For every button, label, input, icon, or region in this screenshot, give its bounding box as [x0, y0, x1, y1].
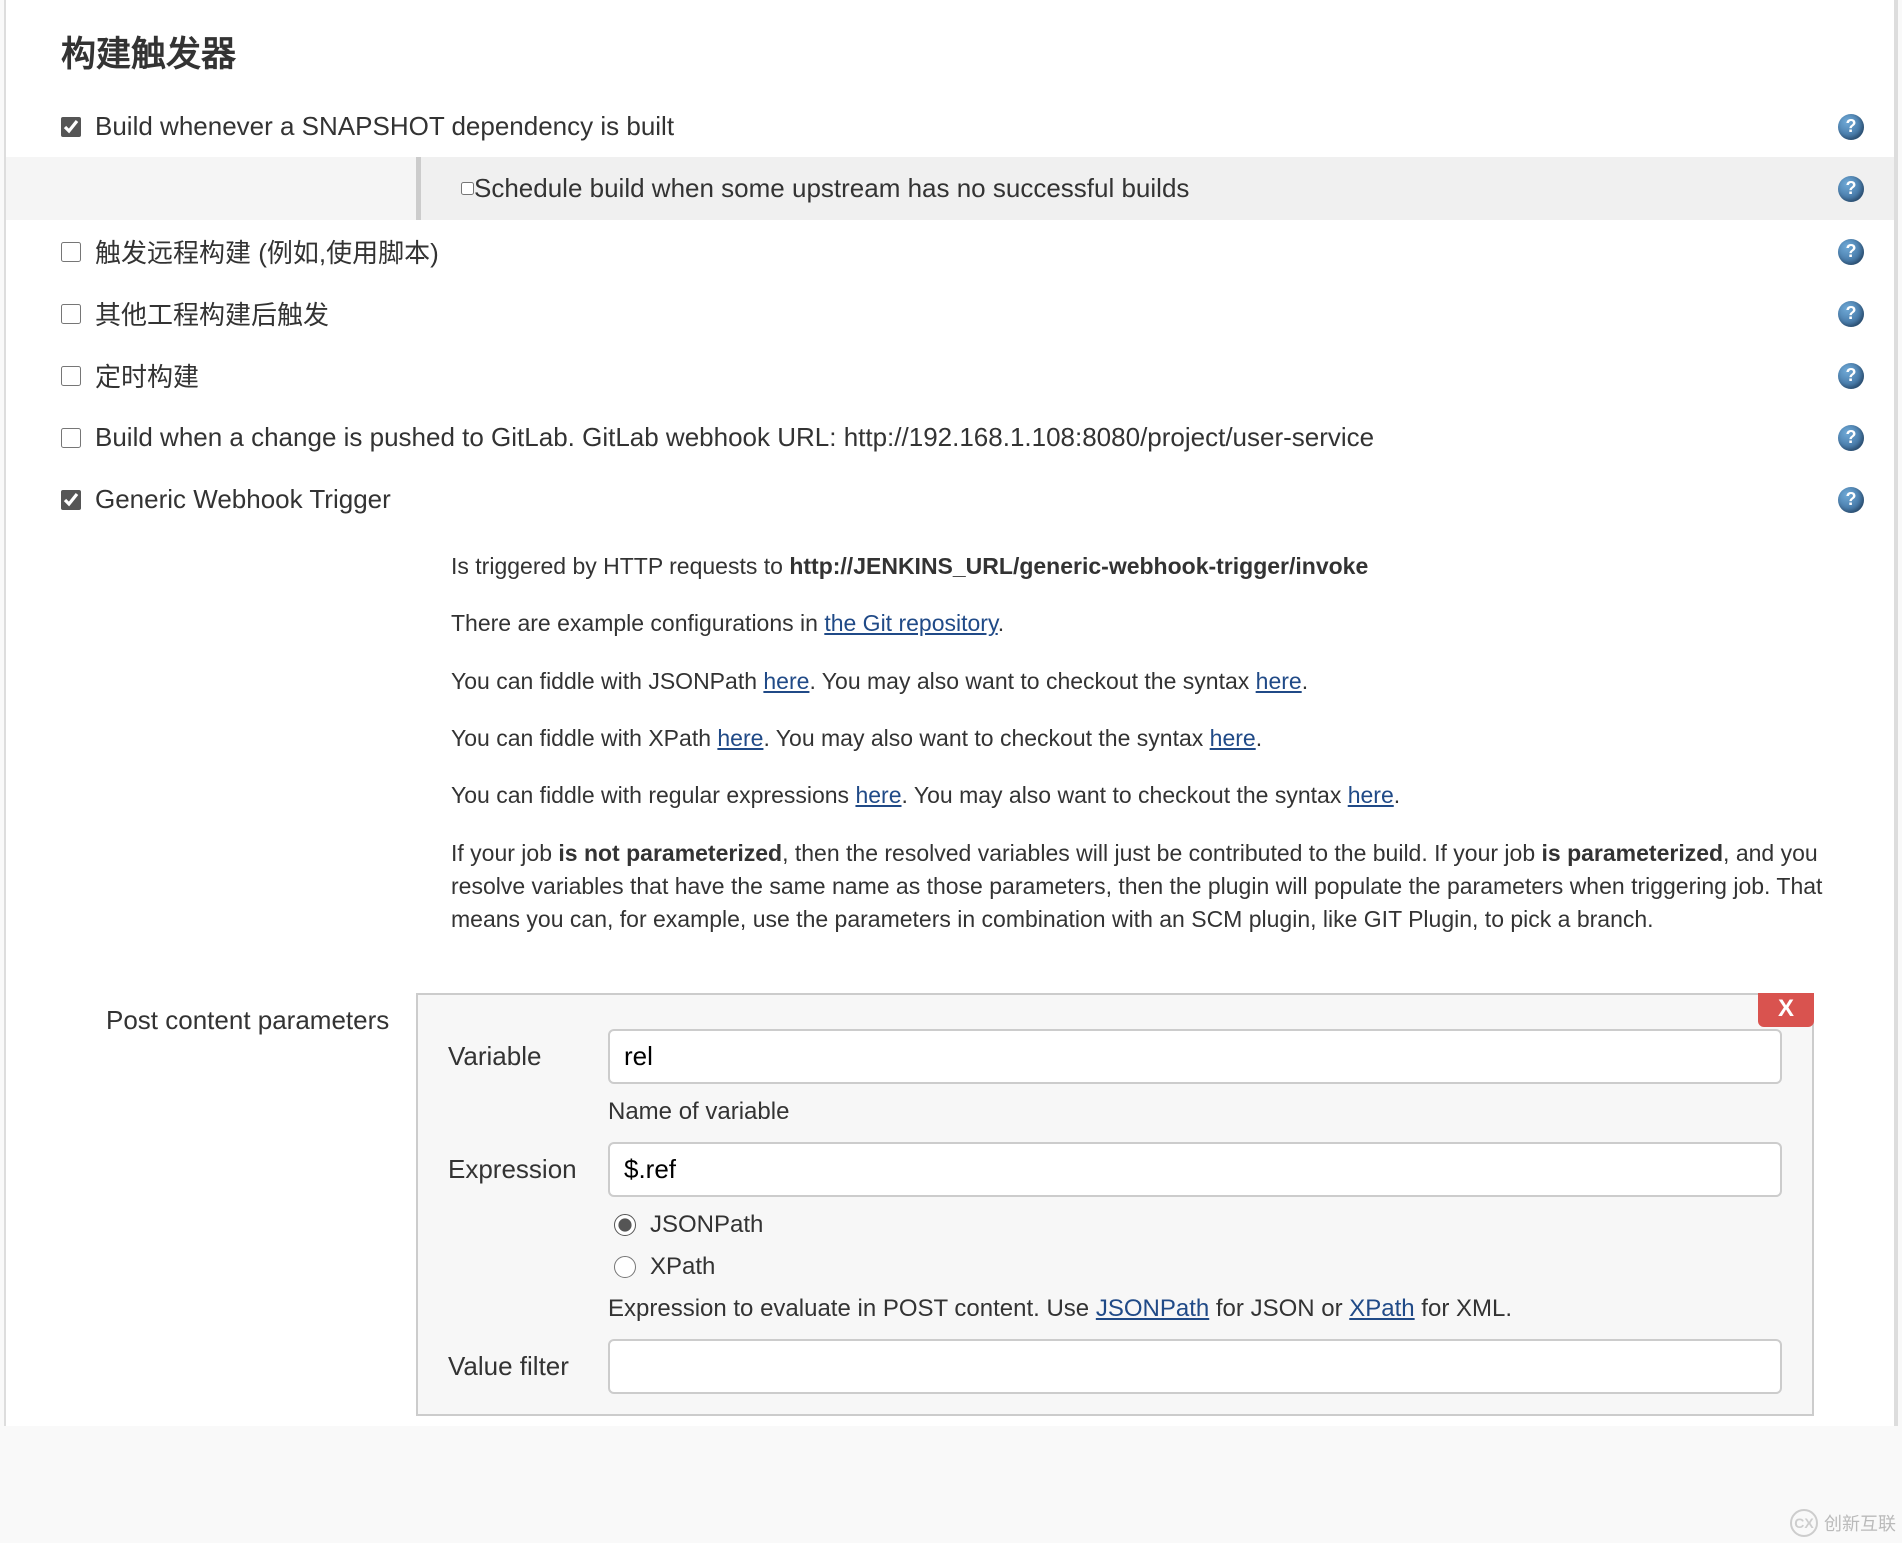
schedule-upstream-label: Schedule build when some upstream has no… [474, 173, 1838, 204]
trigger-cron-label: 定时构建 [95, 357, 1838, 394]
value-filter-input[interactable] [608, 1339, 1782, 1394]
build-triggers-panel: 构建触发器 Build whenever a SNAPSHOT dependen… [4, 0, 1898, 1426]
jsonpath-help-link[interactable]: JSONPath [1096, 1295, 1209, 1322]
variable-input[interactable] [608, 1029, 1782, 1084]
trigger-generic-webhook-label: Generic Webhook Trigger [95, 484, 1838, 515]
trigger-remote-label: 触发远程构建 (例如,使用脚本) [95, 233, 1838, 270]
trigger-snapshot-checkbox[interactable] [61, 117, 81, 137]
regex-syntax-link[interactable]: here [1348, 782, 1394, 808]
schedule-upstream-checkbox[interactable] [461, 182, 474, 195]
xpath-syntax-link[interactable]: here [1210, 725, 1256, 751]
xpath-radio-row: XPath [614, 1253, 1782, 1281]
xpath-fiddle-link[interactable]: here [717, 725, 763, 751]
webhook-desc-p3: You can fiddle with JSONPath here. You m… [451, 665, 1844, 698]
help-icon[interactable]: ? [1838, 114, 1864, 140]
value-filter-field-row: Value filter [448, 1339, 1782, 1394]
webhook-desc-p5: You can fiddle with regular expressions … [451, 779, 1844, 812]
webhook-desc-p6: If your job is not parameterized, then t… [451, 837, 1844, 937]
trigger-gitlab-row: Build when a change is pushed to GitLab.… [6, 406, 1894, 468]
jsonpath-radio[interactable] [614, 1214, 636, 1236]
post-content-parameters-label: Post content parameters [106, 993, 416, 1416]
variable-help-text: Name of variable [608, 1098, 1782, 1126]
jsonpath-radio-row: JSONPath [614, 1211, 1782, 1239]
section-title: 构建触发器 [6, 0, 1894, 95]
watermark: CX 创新互联 [1790, 1509, 1896, 1537]
help-icon[interactable]: ? [1838, 301, 1864, 327]
webhook-desc-p1: Is triggered by HTTP requests to http://… [451, 550, 1844, 583]
trigger-after-other-row: 其他工程构建后触发 ? [6, 282, 1894, 344]
post-content-parameters-section: Post content parameters X Variable Name … [6, 973, 1894, 1416]
snapshot-subrow-container: Schedule build when some upstream has no… [6, 157, 1894, 220]
trigger-after-other-checkbox[interactable] [61, 304, 81, 324]
trigger-generic-webhook-checkbox[interactable] [61, 490, 81, 510]
expression-field-label: Expression [448, 1142, 608, 1185]
xpath-help-link[interactable]: XPath [1349, 1295, 1414, 1322]
expression-field-row: Expression JSONPath XPath Expression to … [448, 1142, 1782, 1323]
webhook-desc-p2: There are example configurations in the … [451, 607, 1844, 640]
jsonpath-syntax-link[interactable]: here [1256, 668, 1302, 694]
trigger-remote-checkbox[interactable] [61, 242, 81, 262]
trigger-gitlab-label: Build when a change is pushed to GitLab.… [95, 422, 1838, 453]
watermark-text: 创新互联 [1824, 1510, 1896, 1536]
trigger-generic-webhook-row: Generic Webhook Trigger ? [6, 468, 1894, 530]
git-repository-link[interactable]: the Git repository [824, 610, 997, 636]
help-icon[interactable]: ? [1838, 363, 1864, 389]
variable-field-row: Variable Name of variable [448, 1029, 1782, 1126]
variable-field-label: Variable [448, 1029, 608, 1072]
trigger-cron-row: 定时构建 ? [6, 344, 1894, 406]
watermark-logo-icon: CX [1790, 1509, 1818, 1537]
value-filter-field-label: Value filter [448, 1339, 608, 1382]
delete-parameter-button[interactable]: X [1758, 993, 1814, 1027]
help-icon[interactable]: ? [1838, 176, 1864, 202]
trigger-cron-checkbox[interactable] [61, 366, 81, 386]
help-icon[interactable]: ? [1838, 239, 1864, 265]
webhook-desc-p4: You can fiddle with XPath here. You may … [451, 722, 1844, 755]
trigger-snapshot-row: Build whenever a SNAPSHOT dependency is … [6, 95, 1894, 157]
xpath-radio-label: XPath [650, 1253, 715, 1281]
help-icon[interactable]: ? [1838, 425, 1864, 451]
expression-input[interactable] [608, 1142, 1782, 1197]
help-icon[interactable]: ? [1838, 487, 1864, 513]
post-content-parameter-block: X Variable Name of variable Expression J… [416, 993, 1814, 1416]
expression-help-text: Expression to evaluate in POST content. … [608, 1295, 1782, 1323]
schedule-upstream-row: Schedule build when some upstream has no… [416, 157, 1894, 220]
webhook-description: Is triggered by HTTP requests to http://… [6, 530, 1894, 973]
trigger-snapshot-label: Build whenever a SNAPSHOT dependency is … [95, 111, 1838, 142]
trigger-remote-row: 触发远程构建 (例如,使用脚本) ? [6, 220, 1894, 282]
jsonpath-fiddle-link[interactable]: here [763, 668, 809, 694]
regex-fiddle-link[interactable]: here [855, 782, 901, 808]
xpath-radio[interactable] [614, 1256, 636, 1278]
jsonpath-radio-label: JSONPath [650, 1211, 763, 1239]
trigger-after-other-label: 其他工程构建后触发 [95, 295, 1838, 332]
trigger-gitlab-checkbox[interactable] [61, 428, 81, 448]
